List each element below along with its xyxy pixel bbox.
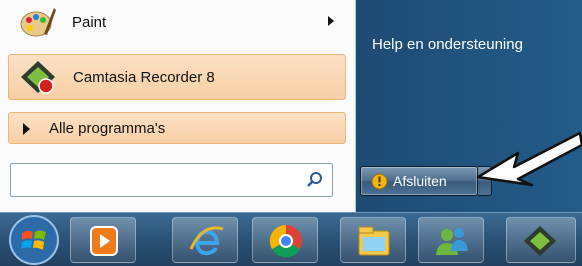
taskbar-chrome[interactable] [252, 217, 318, 263]
desktop-screen: Paint Camtasia Recorder 8 Alle programma… [0, 0, 582, 266]
search-input[interactable] [15, 168, 299, 194]
taskbar-camtasia[interactable] [506, 217, 576, 263]
internet-explorer-icon [189, 226, 224, 256]
shutdown-button[interactable]: Afsluiten [360, 166, 478, 196]
taskbar-internet-explorer[interactable] [172, 217, 238, 263]
shutdown-shield-icon [371, 173, 388, 190]
search-field[interactable] [10, 163, 333, 197]
camtasia-icon [524, 226, 556, 256]
paint-icon [20, 8, 56, 37]
all-programs-label: Alle programma's [49, 119, 166, 137]
annotation-arrow-icon [476, 131, 582, 187]
taskbar [0, 212, 582, 266]
taskbar-media-player[interactable] [70, 217, 136, 263]
menu-item-paint[interactable]: Paint [8, 0, 346, 44]
menu-item-label: Camtasia Recorder 8 [73, 68, 215, 86]
shutdown-label: Afsluiten [393, 173, 447, 189]
help-and-support-link[interactable]: Help en ondersteuning [372, 36, 523, 53]
camtasia-recorder-icon [21, 61, 55, 94]
windows-explorer-icon [358, 226, 390, 256]
search-icon[interactable] [306, 171, 324, 189]
chrome-icon [269, 224, 302, 258]
all-programs-button[interactable]: Alle programma's [8, 112, 346, 144]
people-icon [436, 228, 468, 255]
submenu-arrow-icon [328, 16, 334, 26]
media-player-icon [90, 226, 118, 256]
menu-item-camtasia-recorder[interactable]: Camtasia Recorder 8 [8, 54, 346, 100]
taskbar-people[interactable] [418, 217, 484, 263]
start-menu-programs-pane: Paint Camtasia Recorder 8 Alle programma… [0, 0, 356, 212]
menu-item-label: Paint [72, 13, 107, 31]
windows-start-orb-icon[interactable] [4, 213, 64, 266]
taskbar-windows-explorer[interactable] [340, 217, 406, 263]
expand-arrow-icon [23, 123, 30, 135]
